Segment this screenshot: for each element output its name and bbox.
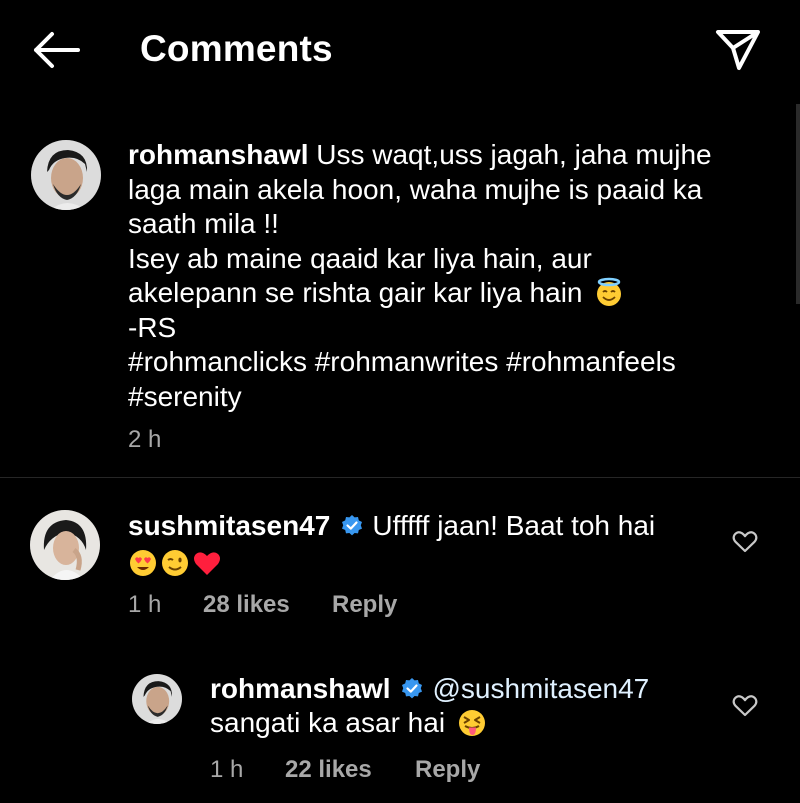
comment-timestamp: 1 h xyxy=(128,591,162,618)
back-button[interactable] xyxy=(28,26,84,74)
hashtag-line[interactable]: #serenity xyxy=(128,380,748,415)
hashtag-line[interactable]: #rohmanclicks #rohmanwrites #rohmanfeels xyxy=(128,345,748,380)
comment-body: Ufffff jaan! Baat toh hai xyxy=(372,510,656,541)
paper-plane-icon xyxy=(716,30,760,70)
smiling-face-with-halo-emoji xyxy=(597,277,622,306)
caption-line: -RS xyxy=(128,311,177,343)
caption-line: Isey ab maine qaaid kar liya hain, aur xyxy=(128,242,592,274)
caption-line: saath mila !! xyxy=(128,208,279,239)
caption-timestamp: 2 h xyxy=(128,426,162,453)
verified-badge-icon xyxy=(402,678,423,699)
reply-username[interactable]: rohmanshawl xyxy=(210,673,390,704)
wink-emoji xyxy=(162,549,188,576)
avatar-image xyxy=(132,674,182,724)
caption-line: laga main akela hoon, waha mujhe is paai… xyxy=(128,173,703,205)
caption-line: akelepann se rishta gair kar liya hain xyxy=(128,277,583,308)
reply-body: sangati ka asar hai xyxy=(210,707,446,738)
post-caption: rohmanshawl Uss waqt,uss jagah, jaha muj… xyxy=(0,104,800,478)
reply-button[interactable]: Reply xyxy=(332,591,397,619)
page-title: Comments xyxy=(140,28,333,69)
comment-likes-count[interactable]: 28 likes xyxy=(203,591,290,619)
avatar[interactable] xyxy=(31,140,101,210)
caption-line: Uss waqt,uss jagah, jaha mujhe xyxy=(316,139,712,170)
heart-eyes-emoji xyxy=(130,549,156,576)
reply-item: rohmanshawl @sushmitasen47 sangati ka as… xyxy=(0,664,800,803)
reply-timestamp: 1 h xyxy=(210,756,244,783)
avatar[interactable] xyxy=(132,674,182,724)
red-heart-emoji xyxy=(194,552,220,575)
header-bar: Comments xyxy=(0,0,800,104)
comment-username[interactable]: sushmitasen47 xyxy=(128,510,330,541)
arrow-left-icon xyxy=(34,32,80,68)
avatar-image xyxy=(31,140,101,210)
heart-outline-icon xyxy=(732,695,758,717)
like-comment-button[interactable] xyxy=(732,530,758,554)
reply-button[interactable]: Reply xyxy=(415,756,480,784)
verified-badge-icon xyxy=(342,515,363,536)
caption-text: rohmanshawl Uss waqt,uss jagah, jaha muj… xyxy=(128,138,748,414)
emoji-group xyxy=(128,543,708,578)
comment-item: sushmitasen47 Ufffff jaan! Baat toh hai … xyxy=(0,478,800,638)
caption-username[interactable]: rohmanshawl xyxy=(128,139,308,170)
reply-likes-count[interactable]: 22 likes xyxy=(285,756,372,784)
avatar[interactable] xyxy=(30,510,100,580)
comment-text: sushmitasen47 Ufffff jaan! Baat toh hai xyxy=(128,508,708,578)
like-reply-button[interactable] xyxy=(732,694,758,718)
mention-link[interactable]: @sushmitasen47 xyxy=(432,673,649,704)
heart-outline-icon xyxy=(732,531,758,553)
avatar-image xyxy=(30,510,100,580)
squinting-tongue-emoji xyxy=(458,710,485,736)
reply-text: rohmanshawl @sushmitasen47 sangati ka as… xyxy=(210,672,710,740)
share-button[interactable] xyxy=(712,24,764,76)
